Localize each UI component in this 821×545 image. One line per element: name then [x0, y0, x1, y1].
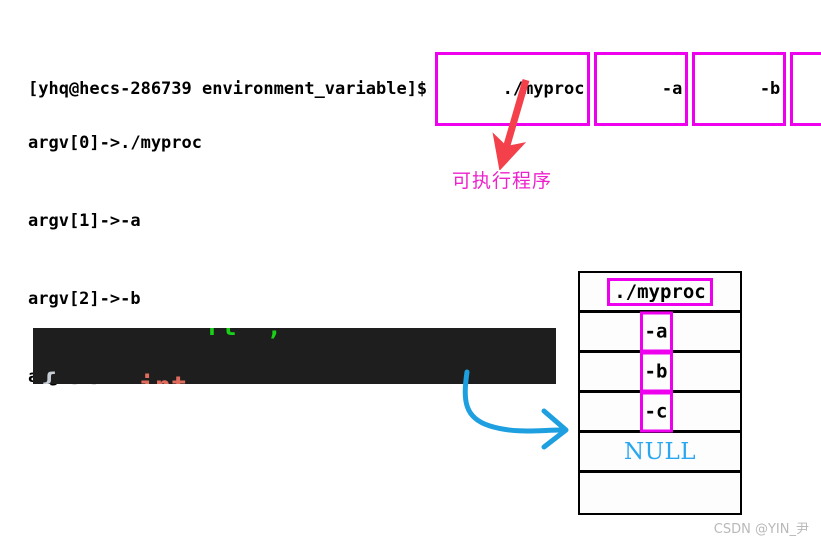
- table-row-empty: [580, 473, 740, 513]
- code-partial-top-line: rt , e: [33, 328, 556, 341]
- highlight-box-cell-2: -b: [639, 351, 673, 392]
- code-token-int: int: [139, 371, 188, 384]
- cell-value: -a: [644, 320, 668, 342]
- arg1-text: -a: [661, 79, 683, 99]
- output-line: argv[0]->./myproc: [28, 133, 202, 153]
- arg2-text: -b: [759, 79, 781, 99]
- cell-value: -c: [644, 400, 668, 422]
- executable-annotation-label: 可执行程序: [452, 170, 553, 192]
- cell-value: ./myproc: [614, 280, 706, 303]
- table-row: ./myproc: [580, 273, 740, 313]
- highlight-box-cell-0: ./myproc: [607, 277, 713, 306]
- table-row: -a: [580, 311, 740, 353]
- table-row: -c: [580, 391, 740, 433]
- red-arrow-icon: [492, 79, 530, 170]
- cell-value-null: NULL: [623, 438, 697, 465]
- highlight-box-cell-3: -c: [639, 391, 673, 432]
- argv-array-table: ./myproc -a -b -c NULL: [578, 271, 742, 515]
- table-row: NULL: [580, 433, 740, 473]
- highlight-box-arg3: -c: [790, 52, 821, 126]
- terminal-output: argv[0]->./myproc argv[1]->-a argv[2]->-…: [28, 78, 202, 442]
- output-line: argv[2]->-b: [28, 289, 141, 309]
- highlight-box-cell-1: -a: [639, 311, 673, 352]
- output-line: argv[1]->-a: [28, 211, 141, 231]
- code-main-signature: int main ( int argc , char * argv [] ): [41, 333, 204, 384]
- screenshot-canvas: [yhq@hecs-286739 environment_variable]$ …: [0, 0, 821, 545]
- highlight-box-arg1: -a: [594, 52, 689, 126]
- watermark-text: CSDN @YIN_尹: [713, 522, 809, 537]
- highlight-box-arg2: -b: [692, 52, 787, 126]
- cell-value: -b: [644, 360, 668, 382]
- code-open-brace: {: [41, 368, 58, 384]
- table-row: -b: [580, 351, 740, 393]
